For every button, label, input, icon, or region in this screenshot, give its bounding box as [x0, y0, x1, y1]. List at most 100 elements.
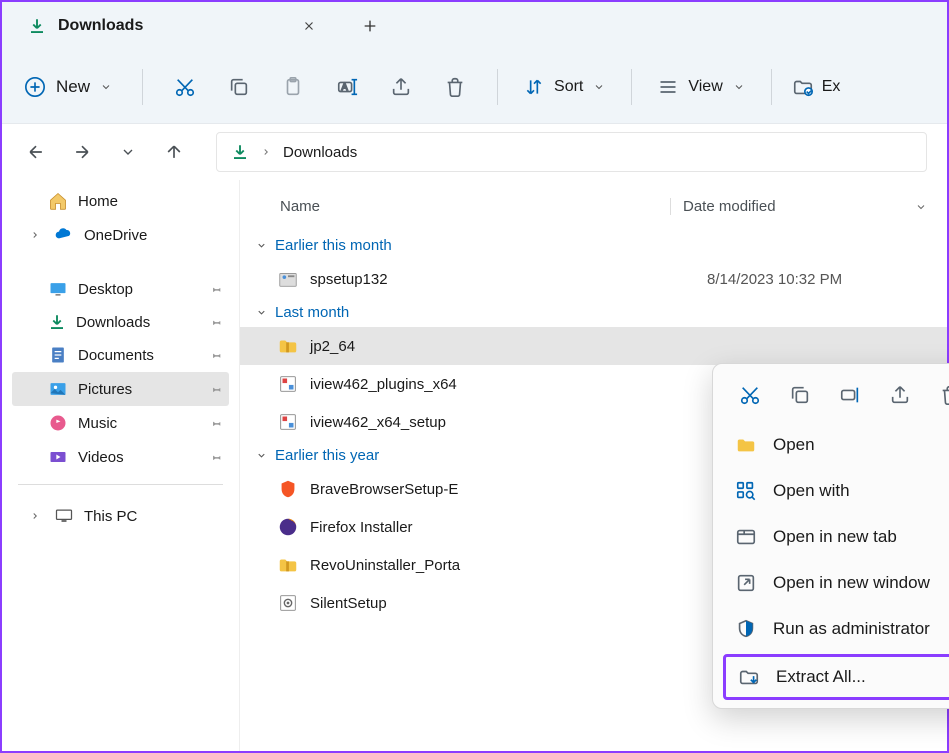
separator [142, 69, 143, 105]
download-icon [48, 313, 66, 331]
pin-icon [210, 316, 223, 329]
brave-icon [276, 477, 300, 501]
pin-icon [210, 283, 223, 296]
extract-label: Ex [822, 78, 841, 96]
main-area: Home OneDrive Desktop Downloads Document… [2, 180, 947, 751]
context-run-admin[interactable]: Run as administrator [719, 606, 949, 652]
copy-button[interactable] [217, 65, 261, 109]
group-last-month[interactable]: Last month [240, 298, 947, 327]
context-menu: Open Enter Open with Open in new tab Ope… [712, 363, 949, 709]
new-tab-button[interactable] [352, 18, 388, 34]
chevron-down-icon [256, 450, 267, 461]
context-quick-actions [719, 370, 949, 422]
rename-button[interactable] [835, 380, 865, 410]
chevron-down-icon[interactable] [915, 201, 927, 213]
share-button[interactable] [885, 380, 915, 410]
file-row[interactable]: jp2_64 [240, 327, 947, 365]
exe-icon [276, 591, 300, 615]
firefox-icon [276, 515, 300, 539]
breadcrumb[interactable]: Downloads [216, 132, 927, 172]
file-name: jp2_64 [310, 338, 947, 355]
sidebar-item-documents[interactable]: Documents [12, 338, 229, 372]
column-date[interactable]: Date modified [670, 198, 947, 215]
chevron-right-icon [261, 147, 271, 157]
pictures-icon [48, 379, 68, 399]
zip-folder-icon [276, 334, 300, 358]
pin-icon [210, 451, 223, 464]
new-label: New [56, 77, 90, 97]
tab-title: Downloads [58, 17, 290, 35]
cut-button[interactable] [735, 380, 765, 410]
recent-button[interactable] [114, 138, 142, 166]
separator [497, 69, 498, 105]
tab-downloads[interactable]: Downloads [12, 7, 332, 45]
context-open[interactable]: Open Enter [719, 422, 949, 468]
paste-button[interactable] [271, 65, 315, 109]
sidebar-item-downloads[interactable]: Downloads [12, 306, 229, 338]
column-headers: Name Date modified [240, 188, 947, 231]
sidebar-item-music[interactable]: Music [12, 406, 229, 440]
delete-button[interactable] [433, 65, 477, 109]
sidebar-item-label: Videos [78, 449, 124, 466]
separator [631, 69, 632, 105]
group-earlier-this-month[interactable]: Earlier this month [240, 231, 947, 260]
extract-button[interactable]: Ex [792, 76, 841, 98]
new-button[interactable]: New [24, 76, 122, 98]
open-with-icon [735, 480, 757, 502]
rename-button[interactable]: A [325, 65, 369, 109]
breadcrumb-location[interactable]: Downloads [283, 144, 357, 161]
sidebar-item-desktop[interactable]: Desktop [12, 272, 229, 306]
installer-icon [276, 410, 300, 434]
svg-text:A: A [342, 81, 349, 91]
sidebar-item-label: Desktop [78, 281, 133, 298]
share-button[interactable] [379, 65, 423, 109]
sidebar: Home OneDrive Desktop Downloads Document… [2, 180, 240, 751]
pin-icon [210, 349, 223, 362]
pc-icon [54, 506, 74, 526]
file-name: spsetup132 [310, 271, 707, 288]
up-button[interactable] [160, 138, 188, 166]
close-icon[interactable] [302, 19, 316, 33]
home-icon [48, 191, 68, 211]
sidebar-item-label: Documents [78, 347, 154, 364]
zip-folder-icon [276, 553, 300, 577]
sidebar-item-thispc[interactable]: This PC [12, 499, 229, 533]
tab-bar: Downloads [2, 2, 947, 50]
sort-button[interactable]: Sort [518, 77, 611, 97]
download-icon [28, 17, 46, 35]
extract-icon [738, 666, 760, 688]
sidebar-item-label: Music [78, 415, 117, 432]
context-extract-all[interactable]: Extract All... [726, 657, 949, 697]
pin-icon [210, 383, 223, 396]
file-date: 8/14/2023 10:32 PM [707, 271, 947, 288]
sidebar-item-onedrive[interactable]: OneDrive [12, 218, 229, 252]
installer-icon [276, 372, 300, 396]
separator [771, 69, 772, 105]
view-label: View [688, 78, 722, 96]
onedrive-icon [54, 225, 74, 245]
sidebar-item-label: OneDrive [84, 227, 147, 244]
chevron-right-icon[interactable] [26, 230, 44, 240]
cut-button[interactable] [163, 65, 207, 109]
copy-button[interactable] [785, 380, 815, 410]
sidebar-item-label: Home [78, 193, 118, 210]
delete-button[interactable] [935, 380, 949, 410]
view-button[interactable]: View [652, 77, 750, 97]
context-open-with[interactable]: Open with [719, 468, 949, 514]
context-extract-highlight: Extract All... [723, 654, 949, 700]
back-button[interactable] [22, 138, 50, 166]
forward-button[interactable] [68, 138, 96, 166]
sidebar-item-videos[interactable]: Videos [12, 440, 229, 474]
folder-icon [735, 434, 757, 456]
sidebar-item-home[interactable]: Home [12, 184, 229, 218]
context-new-window[interactable]: Open in new window [719, 560, 949, 606]
sidebar-item-label: Pictures [78, 381, 132, 398]
file-row[interactable]: spsetup132 8/14/2023 10:32 PM [240, 260, 947, 298]
documents-icon [48, 345, 68, 365]
sidebar-item-pictures[interactable]: Pictures [12, 372, 229, 406]
desktop-icon [48, 279, 68, 299]
chevron-right-icon[interactable] [26, 511, 44, 521]
sidebar-item-label: Downloads [76, 314, 150, 331]
column-name[interactable]: Name [240, 198, 670, 215]
context-new-tab[interactable]: Open in new tab [719, 514, 949, 560]
